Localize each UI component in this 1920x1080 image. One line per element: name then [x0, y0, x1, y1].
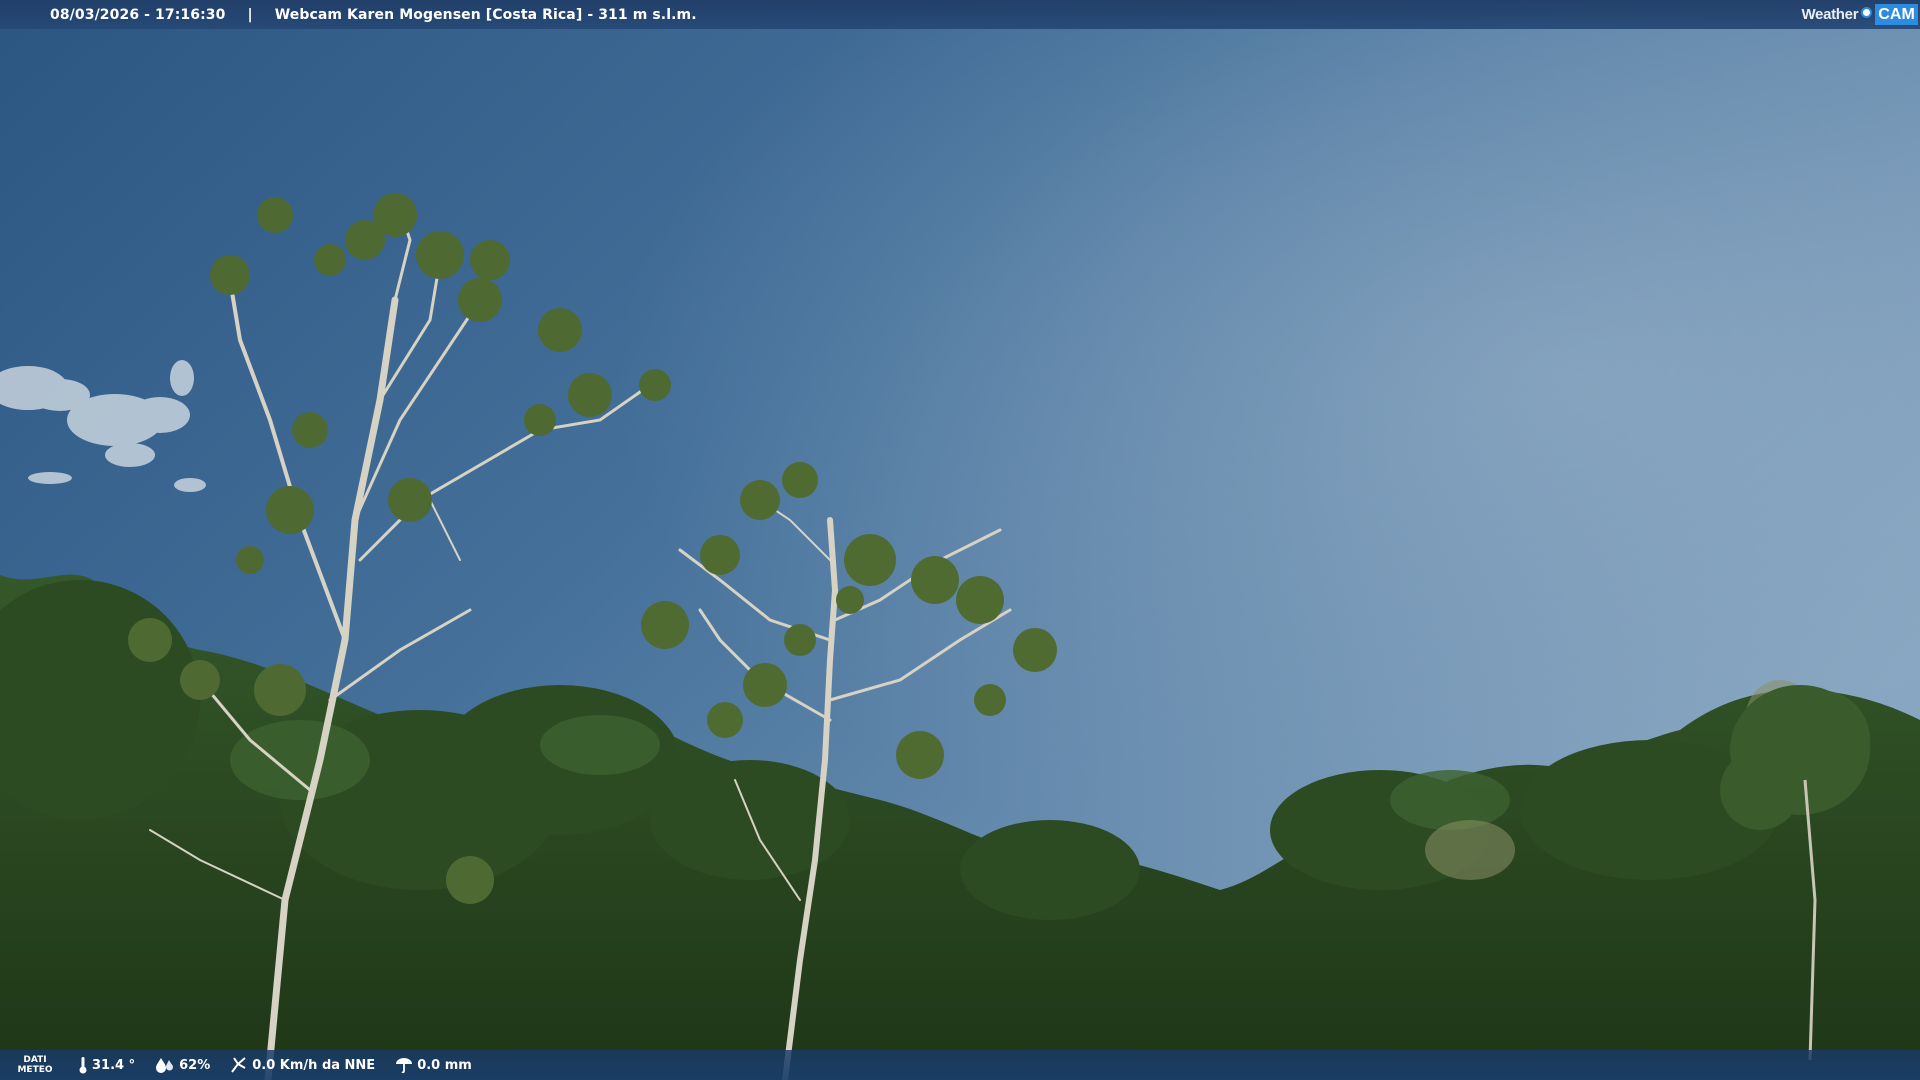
logo-dot-icon	[1861, 7, 1873, 18]
datetime-label: 08/03/2026 - 17:16:30	[50, 6, 226, 23]
rain-gauge-icon	[396, 1058, 413, 1073]
logo-weather-text: Weather	[1801, 6, 1859, 23]
humidity-drop-icon	[156, 1058, 174, 1073]
weather-data-label: DATI METEO	[0, 1055, 70, 1075]
camera-title: Webcam Karen Mogensen [Costa Rica] - 311…	[274, 6, 697, 23]
separator: |	[247, 6, 253, 23]
webcam-image	[0, 0, 1920, 1080]
wind-readout: 0.0 Km/h da NNE	[230, 1056, 375, 1074]
temperature-readout: 31.4 °	[78, 1056, 135, 1074]
rain-value: 0.0 mm	[417, 1057, 472, 1073]
wind-value: 0.0 Km/h da NNE	[252, 1057, 376, 1073]
weather-label-line2: METEO	[17, 1065, 53, 1075]
top-info-bar: 08/03/2026 - 17:16:30 | Webcam Karen Mog…	[0, 0, 1920, 29]
humidity-readout: 62%	[155, 1057, 210, 1073]
humidity-value: 62%	[179, 1057, 211, 1073]
temperature-value: 31.4 °	[92, 1057, 136, 1073]
weathercam-logo: Weather CAM	[1801, 3, 1918, 26]
weather-label-line1: DATI	[23, 1055, 47, 1065]
wind-icon	[231, 1057, 246, 1073]
weather-data-bar: DATI METEO 31.4 ° 62% 0.0 Km/h da NNE 0.…	[0, 1050, 1920, 1080]
rain-readout: 0.0 mm	[395, 1057, 472, 1073]
thermometer-icon	[79, 1057, 87, 1074]
logo-cam-text: CAM	[1875, 4, 1918, 25]
